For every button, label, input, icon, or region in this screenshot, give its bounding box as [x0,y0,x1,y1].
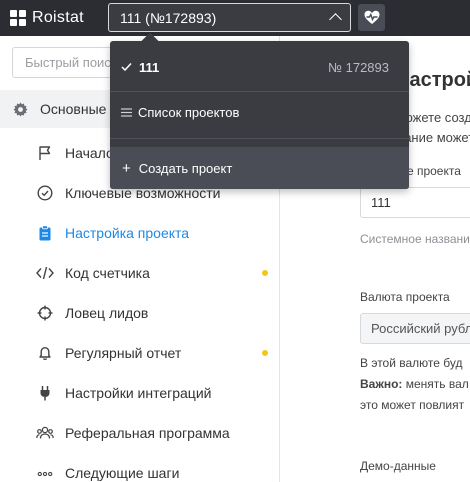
checkmark-icon [121,62,132,72]
sidebar-item-label: Начало [65,145,114,161]
currency-note: В этой валюте буд Важно: менять вал это … [360,353,469,416]
sidebar-item-lead-catcher[interactable]: Ловец лидов [0,293,280,333]
plug-icon [36,384,54,402]
sidebar-item-label: Настройка проекта [65,225,190,241]
current-project-name: 111 [139,59,160,75]
dropdown-divider [110,91,409,92]
project-selector[interactable]: 111 (№172893) [108,3,351,32]
project-selector-label: 111 (№172893) [120,9,217,26]
gear-icon [13,101,28,117]
dropdown-divider [110,138,409,139]
crosshair-icon [36,304,54,322]
logo-text: Roistat [32,9,84,26]
project-name-value: 111 [371,195,391,210]
heart-pulse-icon [364,10,379,24]
sidebar-item-label: Ловец лидов [65,305,149,321]
create-project-label: Создать проект [138,160,233,176]
currency-value: Российский рубль [371,321,470,336]
currency-select[interactable]: Российский рубль [360,313,470,344]
sidebar-item-next-steps[interactable]: Следующие шаги [0,453,280,482]
sidebar-item-label: Следующие шаги [65,465,180,481]
clipboard-icon [36,224,54,242]
sidebar-item-project-settings[interactable]: Настройка проекта [0,213,280,253]
more-dots-icon [36,464,54,482]
create-project-button[interactable]: + Создать проект [110,147,409,189]
sidebar-item-label: Настройки интеграций [65,385,212,401]
plus-icon: + [122,159,131,177]
sidebar-item-counter-code[interactable]: Код счетчика [0,253,280,293]
chevron-up-icon [329,13,342,26]
top-bar: Roistat 111 (№172893) [0,0,470,36]
health-button[interactable] [358,4,385,31]
sidebar-item-integrations[interactable]: Настройки интеграций [0,373,280,413]
system-name-hint: Системное название [360,232,470,246]
logo[interactable]: Roistat [10,9,84,27]
dropdown-current-project[interactable]: 111 № 172893 [110,53,409,81]
current-project-number: № 172893 [328,59,389,75]
currency-note-line: В этой валюте буд [360,356,463,370]
currency-label: Валюта проекта [360,290,450,304]
sidebar-item-label: Реферальная программа [65,425,230,441]
currency-note-line: Важно: менять вал [360,377,469,391]
project-name-input[interactable]: 111 [360,187,470,218]
sidebar-item-label: Код счетчика [65,265,150,281]
sidebar-section-label: Основные [40,101,107,117]
sidebar-item-regular-report[interactable]: Регулярный отчет [0,333,280,373]
dropdown-project-list[interactable]: Список проектов [110,98,409,126]
bell-icon [36,344,54,362]
project-list-label: Список проектов [138,104,240,120]
notification-dot [262,350,268,356]
sidebar-item-referral[interactable]: Реферальная программа [0,413,280,453]
demo-data-label: Демо-данные [360,459,436,473]
people-icon [36,424,54,442]
check-circle-icon [36,184,54,202]
currency-note-line: это может повлият [360,398,465,412]
code-icon [36,264,54,282]
quick-search-placeholder: Быстрый поиск [25,55,117,70]
flag-icon [36,144,54,162]
apps-grid-icon [10,10,26,26]
important-label: Важно: [360,377,403,391]
list-icon [121,107,132,117]
project-dropdown: 111 № 172893 Список проектов + Создать п… [110,41,409,189]
notification-dot [262,270,268,276]
sidebar-item-label: Регулярный отчет [65,345,182,361]
